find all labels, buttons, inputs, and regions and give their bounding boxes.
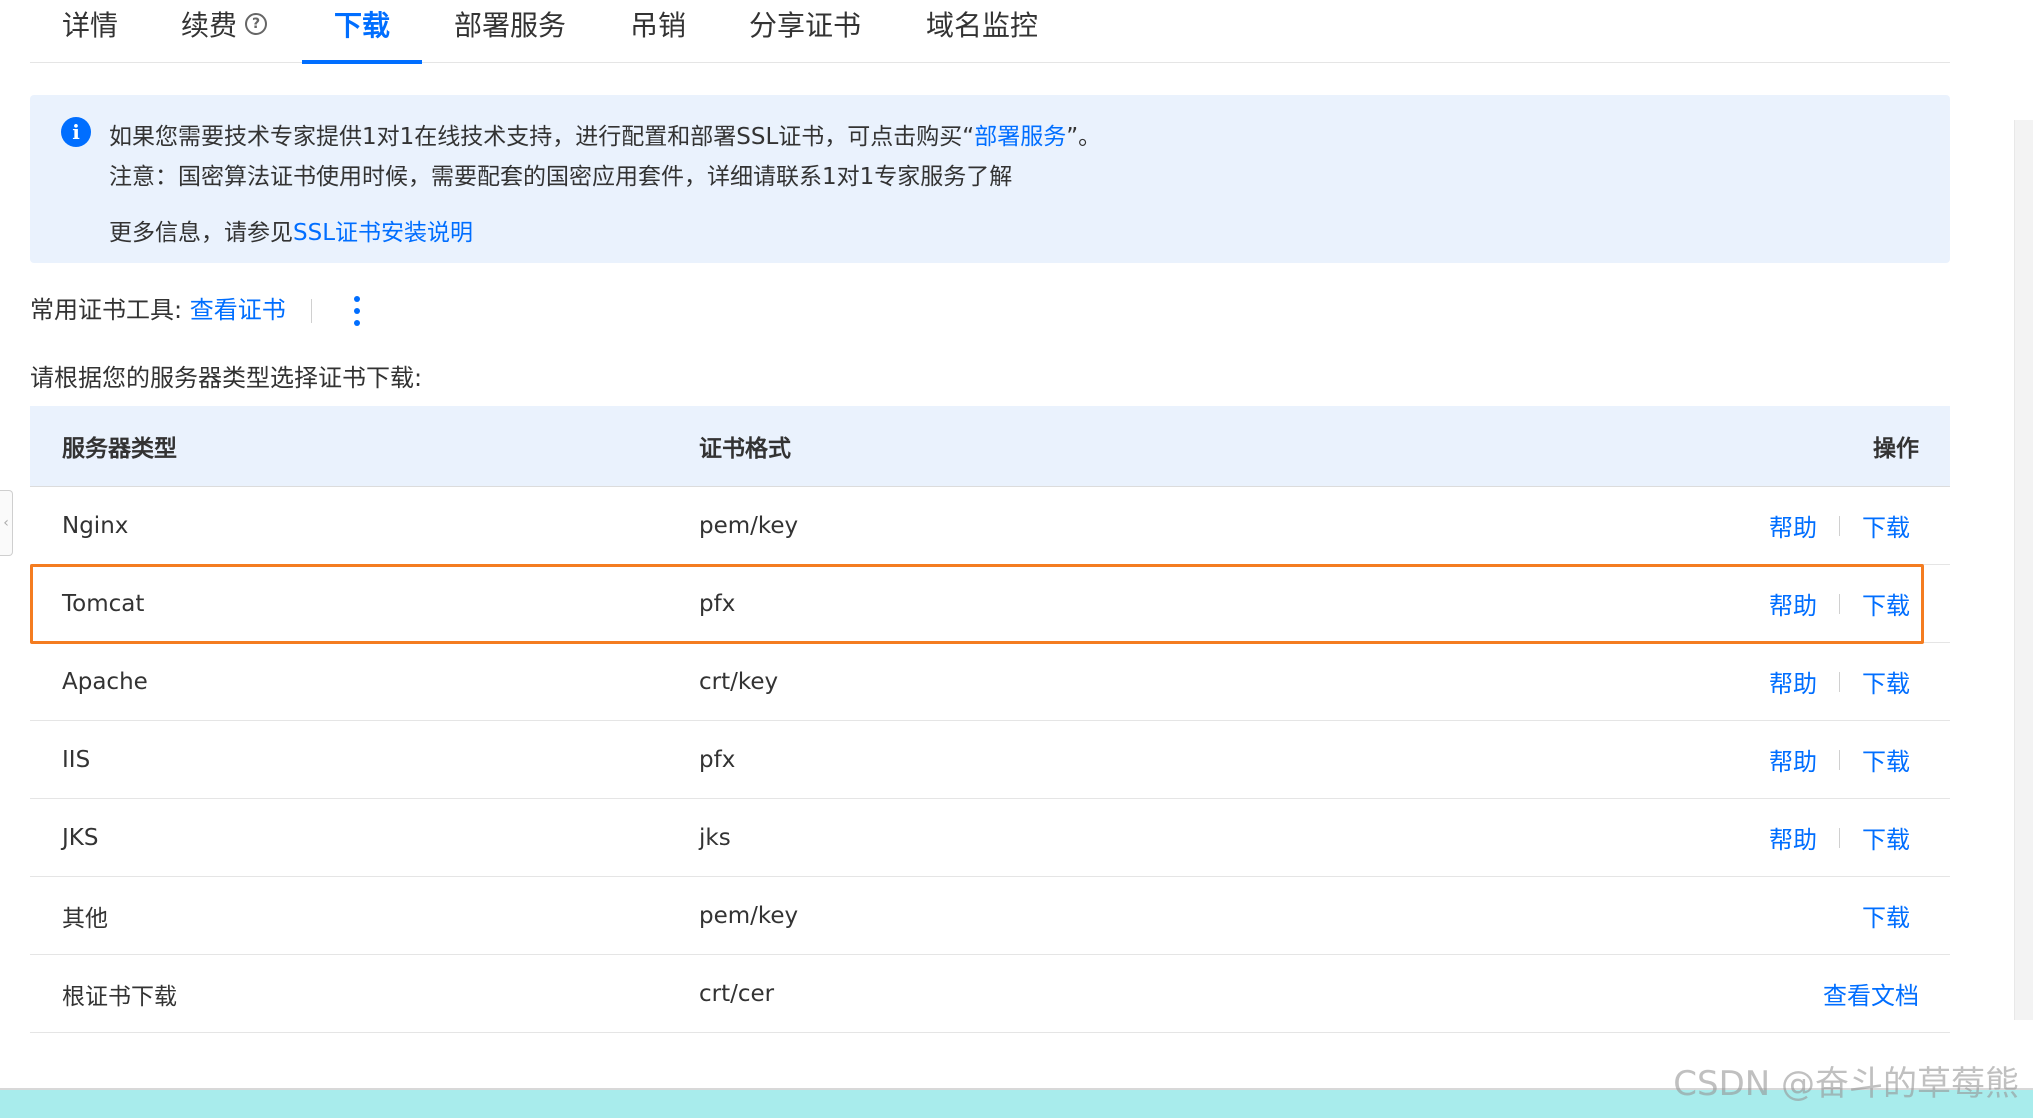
row-actions: 帮助 下载 [1769,721,1910,798]
tab-renew[interactable]: 续费? [181,0,268,60]
row-actions: 帮助 下载 [1769,487,1910,564]
cert-format: jks [699,824,731,851]
row-actions: 查看文档 [1823,955,1919,1032]
header-action: 操作 [1873,436,1919,462]
row-actions: 帮助 下载 [1769,565,1910,642]
select-hint: 请根据您的服务器类型选择证书下载: [30,364,423,392]
divider [1839,671,1840,692]
download-link[interactable]: 下载 [1862,664,1910,699]
server-type: JKS [62,824,99,851]
tab-bar: 详情 续费? 下载 部署服务 吊销 分享证书 域名监控 [30,0,1950,64]
header-cert-format: 证书格式 [699,436,791,462]
table-header: 服务器类型 证书格式 操作 [30,406,1950,487]
cert-download-table: 服务器类型 证书格式 操作 Nginx pem/key 帮助 下载 Tomcat… [30,406,1950,1033]
table-row: 根证书下载 crt/cer 查看文档 [30,955,1950,1033]
common-tools: 常用证书工具: 查看证书 [30,292,362,328]
cert-format: pem/key [699,902,799,929]
info-line-notice: 注意：国密算法证书使用时候，需要配套的国密应用套件，详细请联系1对1专家服务了解 [109,164,1013,190]
table-row: 其他 pem/key 下载 [30,877,1950,955]
help-link[interactable]: 帮助 [1769,820,1817,855]
tab-deploy-service[interactable]: 部署服务 [454,0,566,60]
info-line-support: 如果您需要技术专家提供1对1在线技术支持，进行配置和部署SSL证书，可点击购买“… [109,124,1102,150]
watermark: CSDN @奋斗的草莓熊 [1673,1064,2019,1104]
server-type: 根证书下载 [62,983,177,1010]
scrollbar[interactable] [2014,120,2033,1020]
server-type: IIS [62,746,91,773]
row-actions: 帮助 下载 [1769,799,1910,876]
cert-format: pfx [699,590,736,617]
tools-label: 常用证书工具: [30,296,183,324]
download-link[interactable]: 下载 [1862,820,1910,855]
info-notice: i 如果您需要技术专家提供1对1在线技术支持，进行配置和部署SSL证书，可点击购… [30,95,1950,263]
server-type: Nginx [62,512,129,539]
view-doc-link[interactable]: 查看文档 [1823,976,1919,1011]
help-link[interactable]: 帮助 [1769,664,1817,699]
ssl-install-guide-link[interactable]: SSL证书安装说明 [293,220,473,246]
table-row: IIS pfx 帮助 下载 [30,721,1950,799]
row-actions: 帮助 下载 [1769,643,1910,720]
help-link[interactable]: 帮助 [1769,742,1817,777]
divider [1839,515,1840,536]
table-row: Nginx pem/key 帮助 下载 [30,487,1950,565]
header-server-type: 服务器类型 [62,436,177,462]
tab-revoke[interactable]: 吊销 [630,0,686,60]
cert-format: crt/key [699,668,779,695]
tab-share-cert[interactable]: 分享证书 [749,0,861,60]
tab-details[interactable]: 详情 [62,0,118,60]
table-row-highlighted: Tomcat pfx 帮助 下载 [30,564,1950,644]
view-cert-link[interactable]: 查看证书 [190,296,286,324]
deploy-service-link[interactable]: 部署服务 [974,124,1066,150]
server-type: Tomcat [62,590,145,617]
collapse-handle-icon[interactable]: ‹ [0,490,13,556]
cert-format: pfx [699,746,736,773]
info-line-more: 更多信息，请参见SSL证书安装说明 [109,220,474,246]
cert-format: pem/key [699,512,799,539]
row-actions: 下载 [1862,877,1910,954]
server-type: Apache [62,668,148,695]
help-link[interactable]: 帮助 [1769,508,1817,543]
download-link[interactable]: 下载 [1862,586,1910,621]
table-row: Apache crt/key 帮助 下载 [30,643,1950,721]
more-vertical-icon[interactable] [352,294,362,328]
divider [311,299,313,323]
cert-format: crt/cer [699,980,775,1007]
tab-domain-monitor[interactable]: 域名监控 [926,0,1038,60]
download-link[interactable]: 下载 [1862,508,1910,543]
tab-download[interactable]: 下载 [302,0,423,64]
info-icon: i [61,117,91,147]
divider [1839,827,1840,848]
download-link[interactable]: 下载 [1862,742,1910,777]
help-link[interactable]: 帮助 [1769,586,1817,621]
divider [1839,749,1840,770]
server-type: 其他 [62,905,108,932]
download-link[interactable]: 下载 [1862,898,1910,933]
divider [1839,593,1840,614]
table-row: JKS jks 帮助 下载 [30,799,1950,877]
help-circle-icon[interactable]: ? [245,13,268,35]
download-page: 详情 续费? 下载 部署服务 吊销 分享证书 域名监控 i 如果您需要技术专家提… [0,0,2033,1118]
